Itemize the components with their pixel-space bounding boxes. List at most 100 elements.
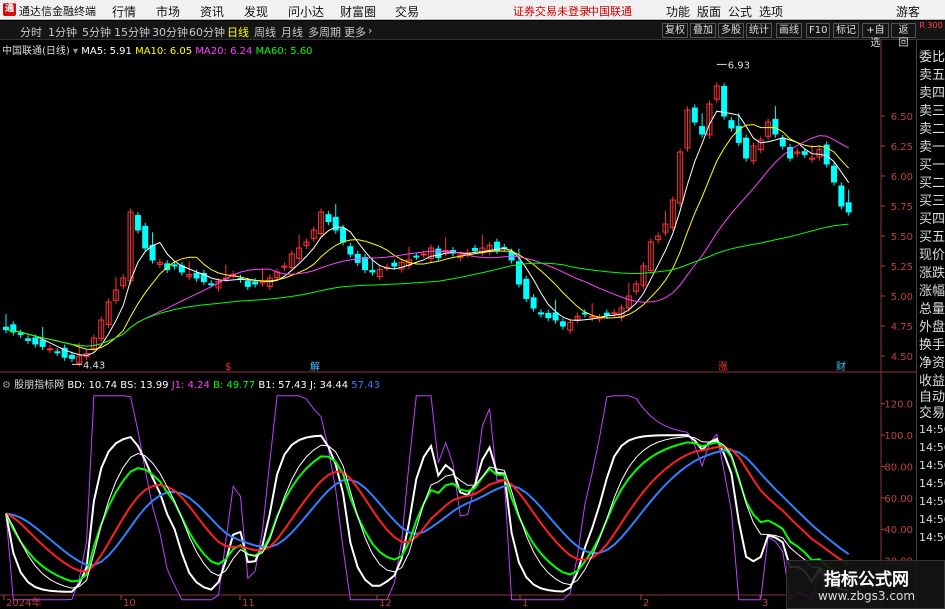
tick-time: 14:56 (919, 513, 945, 526)
date-axis-label: 12 (379, 598, 392, 609)
chart-canvas[interactable]: 6.50 6.25 6.00 5.75 5.50 5.25 5.00 4.75 4.50 120.… (0, 0, 945, 609)
bd-line (5, 434, 849, 593)
turnover-label: 换手 (919, 338, 945, 353)
bid-5: 买五 (919, 230, 945, 245)
ask-2: 卖二 (919, 122, 945, 137)
candle-body (252, 281, 259, 285)
candle-body (391, 262, 398, 267)
price-axis-label: 5.00 (891, 292, 913, 303)
candle-body (779, 137, 786, 147)
price-axis-label: 5.75 (891, 202, 913, 213)
candle-body (471, 247, 478, 251)
candle-body (68, 354, 75, 359)
candle-body (831, 165, 838, 183)
watermark-title: 指标公式网 (824, 570, 909, 590)
date-axis-label: 10 (123, 598, 136, 609)
quote-side-panel: 委比 卖五 卖四 卖三 卖二 卖一 买一 买二 买三 买四 买五 现价 涨跌 涨… (916, 40, 945, 609)
tick-time: 14:56 (919, 459, 945, 472)
bid-2: 买二 (919, 176, 945, 191)
candle-body (340, 227, 347, 243)
tick-time: 14:56 (919, 423, 945, 436)
j-line (5, 435, 849, 589)
candle-body (369, 269, 376, 273)
price-axis-label: 6.25 (891, 142, 913, 153)
candle-body (134, 214, 141, 231)
volume-label: 总量 (919, 302, 945, 317)
price-axis-label: 6.00 (891, 172, 913, 183)
red-line (5, 446, 850, 573)
price-axis-label: 4.75 (891, 322, 913, 333)
candle-body (845, 202, 852, 213)
candle-body (32, 337, 39, 345)
candle-body (523, 278, 530, 299)
outer-volume-label: 外盘 (919, 320, 945, 335)
candle-body (545, 312, 552, 319)
candle-body (603, 312, 610, 316)
watermark-url: www.zbgs3.com (817, 589, 916, 603)
tick-time: 14:56 (919, 495, 945, 508)
event-mark: 财 (836, 360, 846, 373)
candle-body (347, 246, 354, 255)
ma10-line (5, 124, 850, 351)
candle-body (699, 126, 706, 135)
date-axis-label: 11 (242, 598, 255, 609)
current-price-label: 现价 (919, 248, 945, 263)
bid-4: 买四 (919, 212, 945, 227)
change-pct-label: 涨幅 (919, 284, 945, 299)
candle-body (530, 297, 537, 309)
osc-axis-label: 100.0 (884, 431, 913, 442)
trade-label[interactable]: 交易 (919, 402, 945, 421)
candle-body (142, 225, 149, 249)
candle-body (559, 321, 566, 327)
price-axis-label: 5.50 (891, 232, 913, 243)
change-label: 涨跌 (919, 266, 945, 281)
candle-body (772, 118, 779, 135)
candle-body (39, 339, 46, 347)
osc-axis-label: 60.00 (884, 494, 913, 505)
candle-body (208, 283, 215, 286)
candle-body (728, 120, 735, 129)
ma5-line (5, 110, 850, 357)
ma20-line (5, 135, 849, 347)
date-axis-label: 2024年 (6, 596, 41, 609)
blue-line (5, 449, 850, 567)
osc-axis-label: 80.00 (884, 462, 913, 473)
candle-body (721, 85, 728, 117)
tick-time: 14:56 (919, 477, 945, 490)
price-axis-label: 4.50 (891, 352, 913, 363)
event-mark: 解 (310, 360, 320, 373)
ask-4: 卖四 (919, 86, 945, 101)
ask-5: 卖五 (919, 68, 945, 83)
osc-axis-label: 120.0 (884, 400, 913, 411)
candle-body (3, 326, 9, 331)
candle-body (24, 338, 31, 341)
event-mark: $ (225, 362, 231, 373)
bid-ratio[interactable]: 委比 (919, 46, 945, 65)
candle-body (552, 312, 559, 321)
ask-3: 卖三 (919, 104, 945, 119)
candle-body (838, 185, 845, 207)
candle-body (171, 264, 178, 267)
bid-1: 买一 (919, 158, 945, 173)
date-axis-label: 1 (522, 598, 528, 609)
price-axis-label: 6.50 (891, 112, 913, 123)
tick-time: 14:56 (919, 531, 945, 544)
low-label: 4.43 (83, 360, 105, 371)
candle-body (17, 332, 24, 335)
price-axis-label: 5.25 (891, 262, 913, 273)
bid-3: 买三 (919, 194, 945, 209)
candle-body (743, 137, 750, 159)
candle-body (435, 248, 442, 259)
candle-body (54, 351, 61, 354)
date-axis-label: 3 (762, 598, 768, 609)
candle-body (691, 107, 698, 123)
candle-body (325, 214, 332, 223)
candle-body (244, 280, 251, 287)
candle-body (362, 257, 369, 271)
candle-body (193, 272, 200, 279)
ask-1: 卖一 (919, 140, 945, 155)
candle-body (801, 151, 808, 155)
candle-body (420, 253, 427, 256)
candle-body (537, 312, 544, 315)
date-axis-label: 2 (643, 598, 649, 609)
